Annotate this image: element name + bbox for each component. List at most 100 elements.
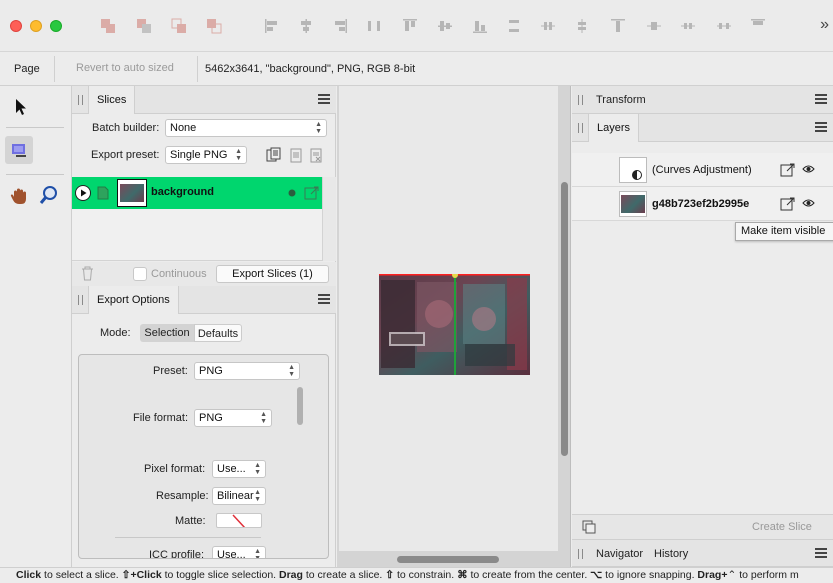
export-preset-select[interactable]: Single PNG ▲ ▼ [165,146,247,164]
arrange-front-icon[interactable] [610,18,626,34]
move-tool-icon[interactable] [6,92,34,120]
panel-menu-icon[interactable] [318,94,330,104]
align-right-icon[interactable] [332,18,348,34]
arrange-back-icon[interactable] [716,18,732,34]
boolean-intersect-icon[interactable] [171,18,187,34]
zoom-window-button[interactable] [50,20,62,32]
layer-row[interactable]: g48b723ef2b2995e [572,187,833,221]
boolean-subtract-icon[interactable] [136,18,152,34]
close-window-button[interactable] [10,20,22,32]
arrange-forward-icon[interactable] [646,18,662,34]
space-vertical-icon[interactable] [574,18,590,34]
continuous-label: Continuous [151,268,207,280]
slice-list-scrollbar[interactable] [322,177,336,261]
mode-defaults-button[interactable]: Defaults [194,324,242,342]
tab-export-options[interactable]: Export Options [88,286,179,314]
panel-grip-icon[interactable] [578,123,583,133]
select-arrows-icon: ▲ ▼ [235,148,242,162]
panel-grip-icon[interactable] [578,95,583,105]
panel-menu-icon[interactable] [318,294,330,304]
flip-icon[interactable] [750,18,766,34]
tab-history[interactable]: History [654,540,688,568]
file-format-select[interactable]: PNG ▲ ▼ [194,409,272,427]
slice-item-background[interactable]: background [72,177,322,209]
pixel-format-label: Pixel format: [144,463,206,475]
canvas-area[interactable] [337,86,571,567]
distribute-vertical-icon[interactable] [506,18,522,34]
trash-icon[interactable] [81,266,94,281]
icc-profile-select[interactable]: Use... ▲ ▼ [212,546,266,558]
visibility-eye-icon[interactable] [802,164,815,174]
visibility-eye-icon[interactable] [802,198,815,208]
delete-preset-icon[interactable] [308,147,324,163]
layer-options-icon[interactable] [582,520,596,534]
continuous-checkbox[interactable] [133,267,147,281]
preset-select[interactable]: PNG ▲ ▼ [194,362,300,380]
panel-grip-icon[interactable] [78,295,83,305]
document-image[interactable] [379,274,530,375]
curves-adjustment-icon [632,170,642,180]
pixel-format-select[interactable]: Use... ▲ ▼ [212,460,266,478]
distribute-horizontal-icon[interactable] [366,18,382,34]
panel-grip-icon[interactable] [78,95,83,105]
batch-builder-select[interactable]: None ▲ ▼ [165,119,327,137]
layers-header: Layers [572,114,833,142]
hand-tool-icon[interactable] [5,182,33,210]
zoom-tool-icon[interactable] [35,182,63,210]
export-slice-icon[interactable] [304,185,320,201]
layers-footer: Create Slice [572,514,833,539]
select-arrows-icon: ▲ ▼ [254,489,261,503]
align-middle-icon[interactable] [437,18,453,34]
toolbar-overflow-icon[interactable]: » [820,16,829,34]
play-slice-icon[interactable] [75,185,91,201]
export-options-header: Export Options [72,286,336,314]
page-label[interactable]: Page [14,63,40,75]
layer-name: (Curves Adjustment) [652,164,752,176]
space-horizontal-icon[interactable] [540,18,556,34]
slice-status-dot-icon [288,189,296,197]
tab-transform[interactable]: Transform [596,86,646,114]
minimize-window-button[interactable] [30,20,42,32]
panel-grip-icon[interactable] [578,549,583,559]
revert-auto-size-button[interactable]: Revert to auto sized [76,62,174,74]
tab-navigator[interactable]: Navigator [596,540,643,568]
status-hint-key: ⌘ [457,569,468,581]
canvas-vertical-scrollbar[interactable] [561,182,568,456]
export-layer-icon[interactable] [780,196,796,212]
status-hint-text: to create a slice. [302,569,386,581]
slice-tool-button[interactable] [5,136,33,164]
align-left-icon[interactable] [264,18,280,34]
export-preset-value: Single PNG [170,149,228,161]
canvas-pasteboard[interactable] [339,86,558,551]
export-slices-button[interactable]: Export Slices (1) [216,265,329,283]
align-center-icon[interactable] [298,18,314,34]
status-hint-key: ⇧ [385,569,395,581]
resample-label: Resample: [156,490,209,502]
boolean-add-icon[interactable] [100,18,116,34]
tools-panel [0,86,72,567]
export-options-scrollbar[interactable] [297,387,303,425]
canvas-horizontal-scrollbar[interactable] [397,556,499,563]
arrange-backward-icon[interactable] [680,18,696,34]
panel-menu-icon[interactable] [815,94,827,104]
background-photo [379,274,530,375]
pixel-format-value: Use... [217,463,246,475]
resample-select[interactable]: Bilinear ▲ ▼ [212,487,266,505]
section-divider [115,537,261,538]
align-top-icon[interactable] [402,18,418,34]
align-bottom-icon[interactable] [472,18,488,34]
layer-row[interactable]: (Curves Adjustment) [572,153,833,187]
resample-value: Bilinear [217,490,254,502]
paste-preset-icon[interactable] [288,147,304,163]
tab-slices[interactable]: Slices [88,86,136,114]
copy-preset-icon[interactable] [266,147,282,163]
panel-menu-icon[interactable] [815,122,827,132]
tab-layers[interactable]: Layers [588,114,640,142]
mode-selection-button[interactable]: Selection [140,324,194,342]
export-layer-icon[interactable] [780,162,796,178]
panel-menu-icon[interactable] [815,548,827,558]
create-slice-button[interactable]: Create Slice [752,521,812,533]
boolean-xor-icon[interactable] [206,18,222,34]
matte-color-swatch[interactable] [216,513,262,528]
status-hint-text: to constrain. [394,569,458,581]
